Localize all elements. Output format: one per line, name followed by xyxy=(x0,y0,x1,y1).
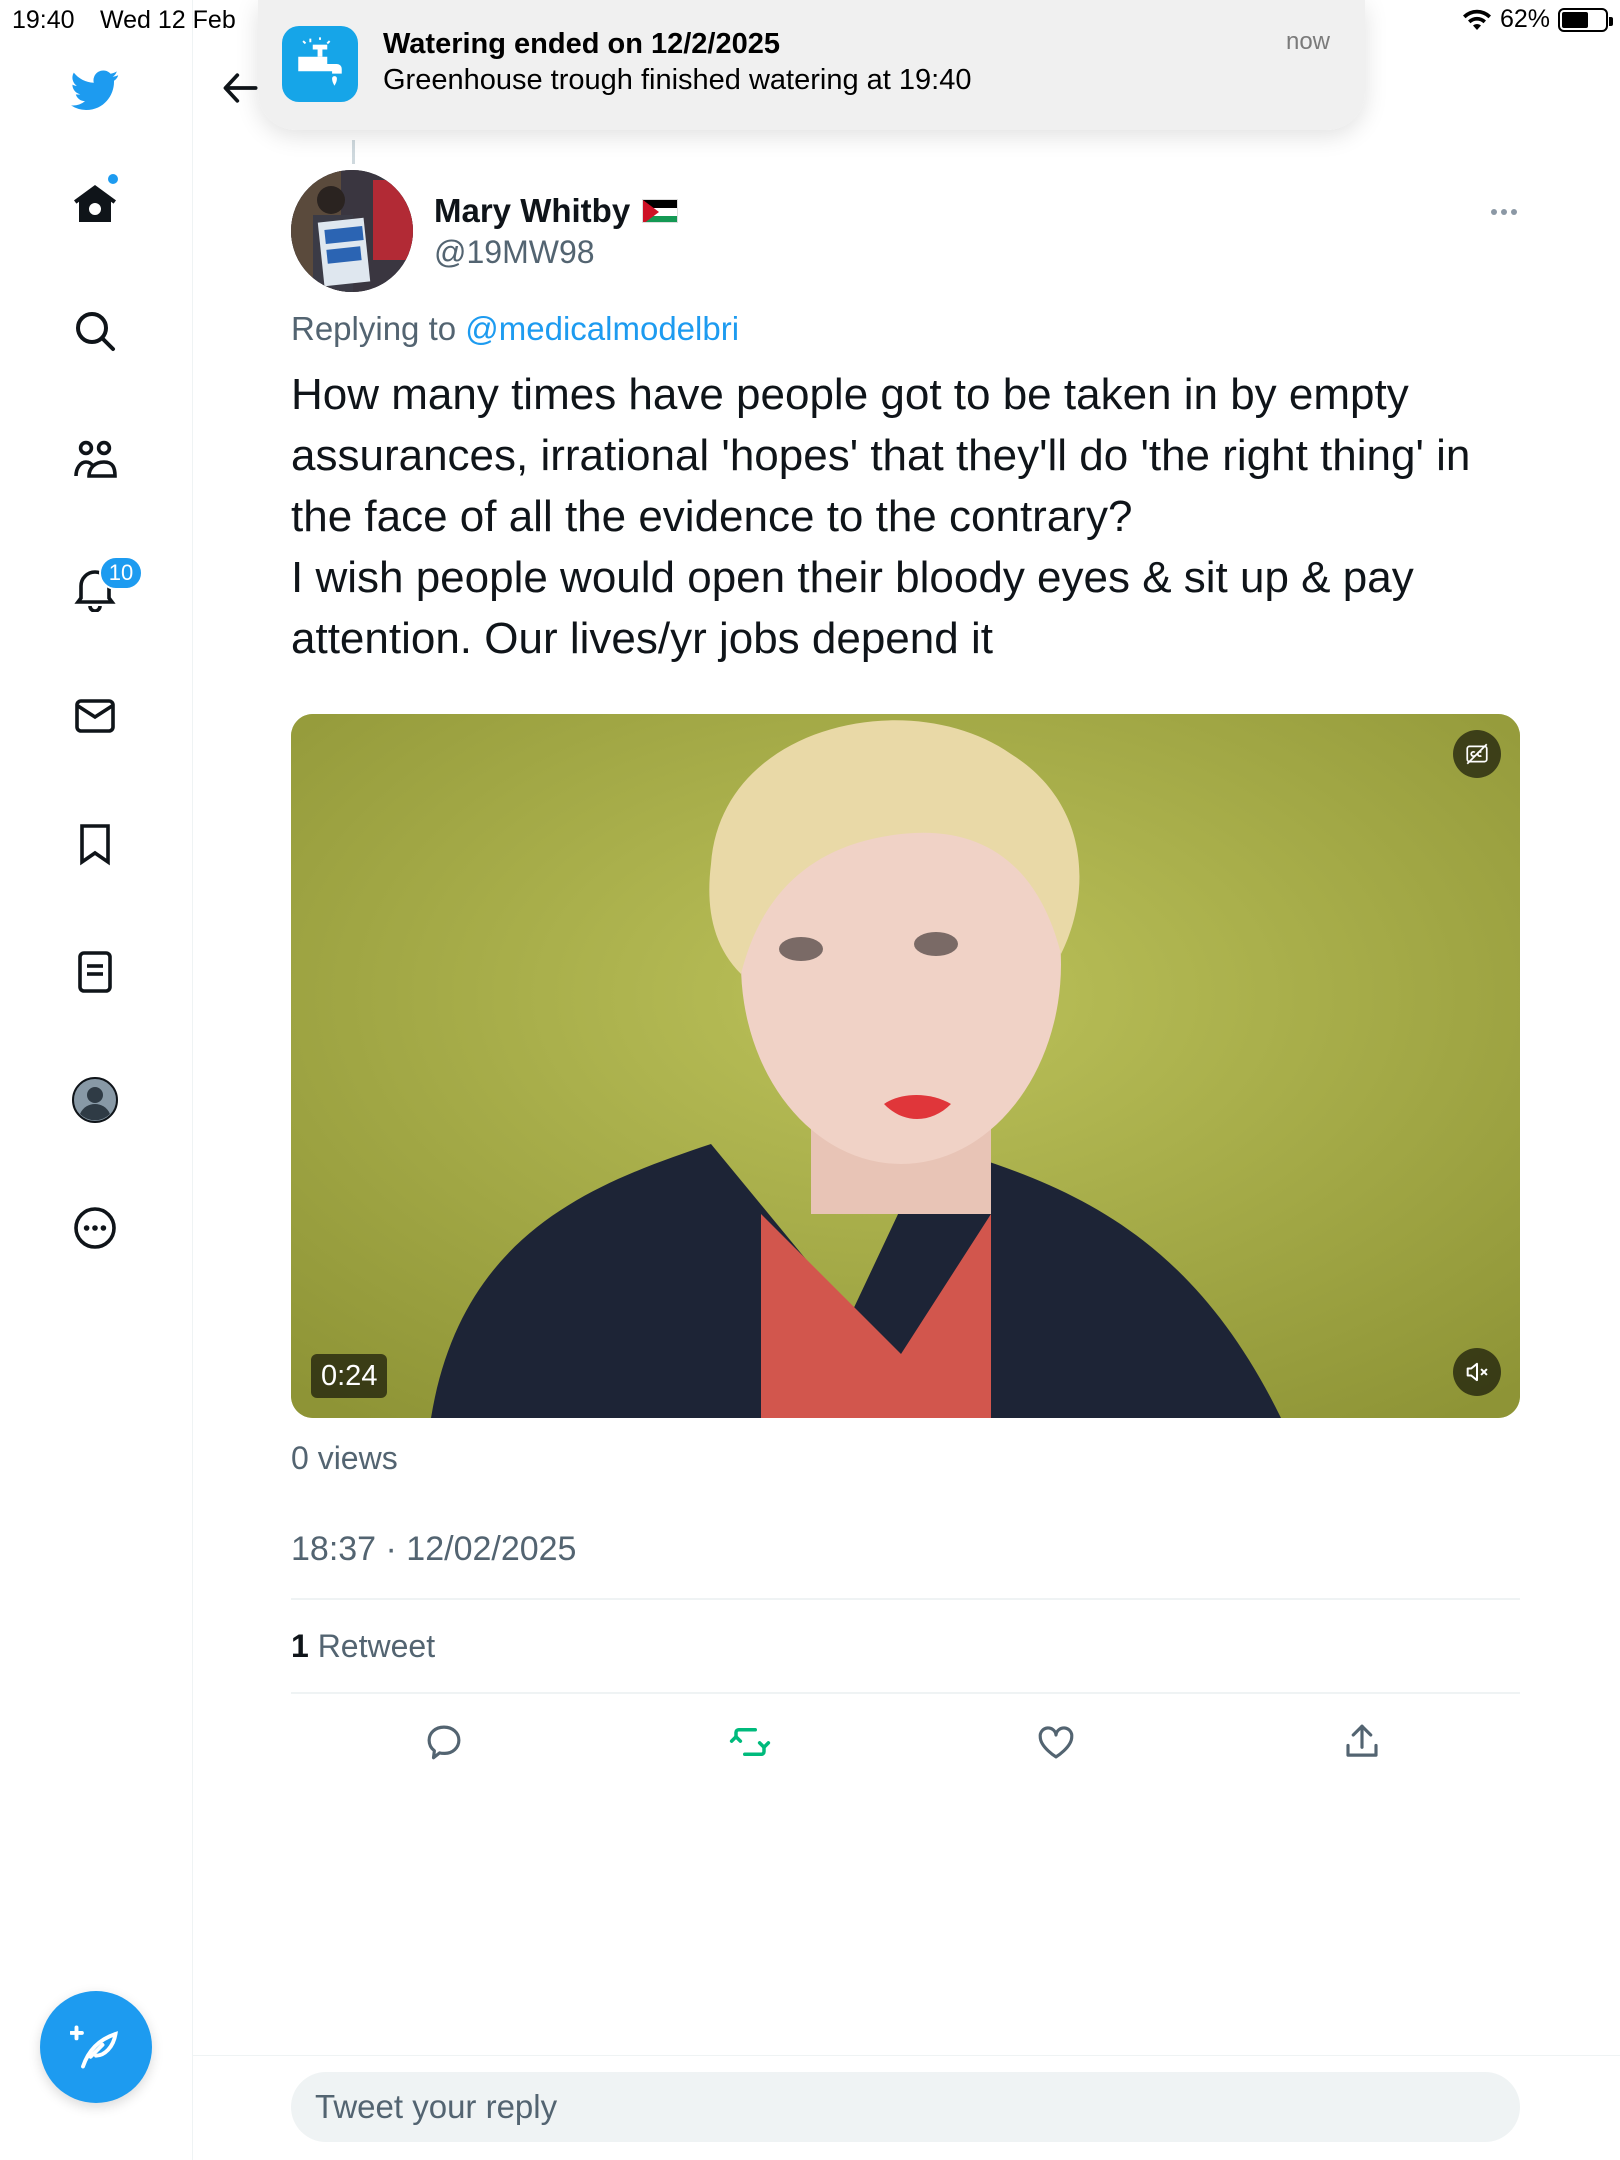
profile-avatar-icon[interactable] xyxy=(65,1070,125,1130)
more-circle-icon[interactable] xyxy=(65,1198,125,1258)
retweet-action-icon[interactable] xyxy=(720,1716,780,1768)
author-name-text: Mary Whitby xyxy=(434,192,631,229)
twitter-bird-icon[interactable] xyxy=(65,60,125,120)
author-avatar[interactable] xyxy=(291,170,413,292)
retweet-label: Retweet xyxy=(308,1628,436,1664)
tweet-text: How many times have people got to be tak… xyxy=(291,370,1471,663)
divider xyxy=(291,1692,1520,1694)
status-indicators: 62% xyxy=(1462,5,1613,34)
author-name[interactable]: Mary Whitby xyxy=(434,192,679,230)
messages-envelope-icon[interactable] xyxy=(65,686,125,746)
mute-speaker-icon[interactable] xyxy=(1453,1348,1501,1396)
replying-prefix: Replying to xyxy=(291,310,466,347)
back-arrow-icon[interactable] xyxy=(219,66,263,110)
lists-icon[interactable] xyxy=(65,942,125,1002)
reply-bar: Tweet your reply xyxy=(193,2055,1620,2160)
tweet-timestamp[interactable]: 18:37 · 12/02/2025 xyxy=(291,1530,576,1569)
reply-action-icon[interactable] xyxy=(414,1716,474,1768)
captions-icon[interactable] xyxy=(1453,730,1501,778)
notifications-badge: 10 xyxy=(99,556,143,590)
notification-banner[interactable]: Watering ended on 12/2/2025 Greenhouse t… xyxy=(258,0,1365,130)
feather-plus-icon xyxy=(70,2025,118,2069)
wifi-icon xyxy=(1462,9,1491,30)
reply-input[interactable]: Tweet your reply xyxy=(291,2072,1520,2142)
view-count: 0 views xyxy=(291,1440,398,1476)
replying-to: Replying to @medicalmodelbri xyxy=(291,310,739,348)
author-handle[interactable]: @19MW98 xyxy=(434,234,595,271)
notification-title: Watering ended on 12/2/2025 xyxy=(383,28,780,60)
notification-body: Greenhouse trough finished watering at 1… xyxy=(383,64,972,96)
share-icon[interactable] xyxy=(1332,1716,1392,1768)
video-duration: 0:24 xyxy=(311,1354,388,1398)
communities-icon[interactable] xyxy=(65,430,125,490)
thread-line xyxy=(352,140,355,164)
replying-to-link[interactable]: @medicalmodelbri xyxy=(465,310,739,347)
battery-icon xyxy=(1558,7,1613,32)
search-icon[interactable] xyxy=(65,301,125,361)
tweet-video[interactable]: 0:24 xyxy=(291,714,1520,1418)
divider xyxy=(291,1598,1520,1600)
more-options-icon[interactable] xyxy=(1484,192,1524,232)
like-heart-icon[interactable] xyxy=(1026,1716,1086,1768)
retweet-count: 1 xyxy=(291,1628,309,1664)
watering-app-icon xyxy=(282,26,358,102)
video-frame xyxy=(291,714,1520,1418)
sidebar: 10 xyxy=(0,0,193,2160)
palestine-flag-icon xyxy=(642,199,679,223)
retweet-stats[interactable]: 1 Retweet xyxy=(291,1628,435,1665)
bookmarks-icon[interactable] xyxy=(65,814,125,874)
compose-tweet-button[interactable] xyxy=(40,1991,152,2103)
notification-time: now xyxy=(1285,28,1330,55)
battery-percent: 62% xyxy=(1499,5,1550,33)
home-unread-dot xyxy=(106,172,120,186)
